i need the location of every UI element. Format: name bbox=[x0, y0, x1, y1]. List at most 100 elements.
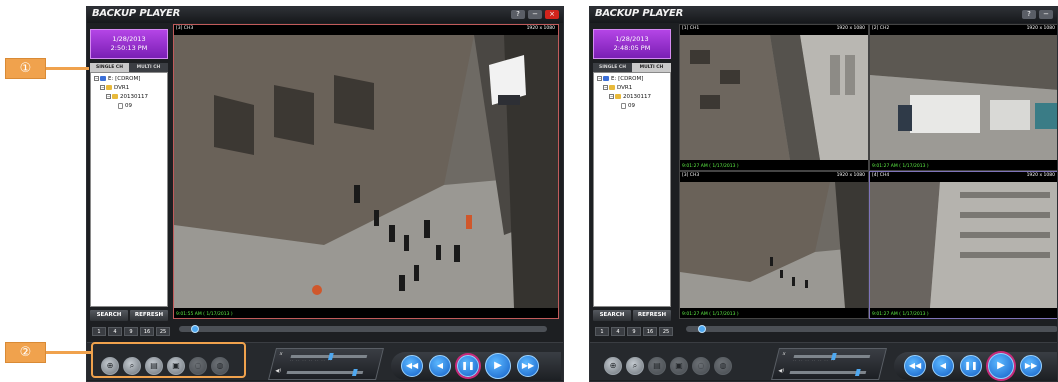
speed-ticks: ·· ·· ·· ·· ·· ·· ·· bbox=[289, 359, 333, 363]
play-button[interactable]: ▶ bbox=[485, 353, 511, 379]
camera-view-ch3[interactable]: [3] CH3 1920 x 1080 9:01:27 AM ( 1/17/20… bbox=[679, 171, 869, 319]
split-16-button[interactable]: 16 bbox=[140, 327, 154, 336]
street-camera-image bbox=[870, 35, 1057, 160]
audio-panel: x ·· ·· ·· ·· ·· ·· ·· ◀) bbox=[771, 348, 887, 380]
backup-player-window-multi: BACKUP PLAYER ? − 1/28/2013 2:48:05 PM S… bbox=[589, 6, 1058, 382]
refresh-button[interactable]: REFRESH bbox=[130, 310, 168, 321]
minimize-button[interactable]: − bbox=[528, 10, 542, 19]
split-25-button[interactable]: 25 bbox=[156, 327, 170, 336]
split-1-button[interactable]: 1 bbox=[595, 327, 609, 336]
camera-view-ch1[interactable]: [1] CH1 1920 x 1080 9:01:27 AM ( 1/17/20… bbox=[679, 24, 869, 171]
date-text: 1/28/2013 bbox=[112, 35, 146, 43]
split-25-button[interactable]: 25 bbox=[659, 327, 673, 336]
fast-rewind-button[interactable]: ◀◀ bbox=[904, 355, 926, 377]
fast-rewind-button[interactable]: ◀◀ bbox=[401, 355, 423, 377]
tree-node-hour[interactable]: 09 bbox=[94, 102, 164, 111]
collapse-icon[interactable]: − bbox=[106, 94, 111, 99]
timestamp-label: 9:01:27 AM ( 1/17/2013 ) bbox=[872, 312, 929, 317]
tree-node-date[interactable]: − 20130117 bbox=[94, 93, 164, 102]
tree-node-drive[interactable]: − E: [CDROM] bbox=[597, 75, 667, 84]
play-button[interactable]: ▶ bbox=[988, 353, 1014, 379]
tree-node-dvr[interactable]: − DVR1 bbox=[597, 84, 667, 93]
tree-node-date[interactable]: − 20130117 bbox=[597, 93, 667, 102]
help-button[interactable]: ? bbox=[511, 10, 525, 19]
minimize-button[interactable]: − bbox=[1039, 10, 1053, 19]
split-buttons: 1 4 9 16 25 bbox=[595, 327, 673, 336]
window-buttons: ? − bbox=[1022, 10, 1053, 19]
timestamp-label: 9:01:55 AM ( 1/17/2013 ) bbox=[176, 312, 233, 317]
tree-node-drive[interactable]: − E: [CDROM] bbox=[94, 75, 164, 84]
snapshot-icon[interactable]: ◍ bbox=[714, 357, 732, 375]
tree-node-label: DVR1 bbox=[617, 85, 633, 91]
timeline-knob[interactable] bbox=[191, 325, 199, 333]
collapse-icon[interactable]: − bbox=[94, 76, 99, 81]
split-16-button[interactable]: 16 bbox=[643, 327, 657, 336]
folder-icon bbox=[106, 85, 112, 90]
rewind-button[interactable]: ◀ bbox=[429, 355, 451, 377]
speed-slider[interactable] bbox=[793, 353, 871, 360]
volume-icon: ◀) bbox=[274, 368, 282, 374]
save-icon[interactable]: ▣ bbox=[670, 357, 688, 375]
collapse-icon[interactable]: − bbox=[100, 85, 105, 90]
tab-single-ch[interactable]: SINGLE CH bbox=[593, 63, 632, 72]
volume-knob[interactable] bbox=[855, 369, 861, 376]
timestamp-label: 9:01:27 AM ( 1/17/2013 ) bbox=[682, 312, 739, 317]
timeline-knob[interactable] bbox=[698, 325, 706, 333]
resolution-label: 1920 x 1080 bbox=[1026, 173, 1055, 178]
tree-node-label: DVR1 bbox=[114, 85, 130, 91]
split-4-button[interactable]: 4 bbox=[108, 327, 122, 336]
file-icon bbox=[621, 102, 626, 109]
tree-node-label: 20130117 bbox=[623, 94, 651, 100]
volume-knob[interactable] bbox=[352, 369, 358, 376]
fast-forward-button[interactable]: ▶▶ bbox=[1020, 355, 1042, 377]
app-title: BACKUP PLAYER bbox=[595, 8, 684, 19]
street-camera-image bbox=[680, 35, 868, 160]
collapse-icon[interactable]: − bbox=[597, 76, 602, 81]
audio-icon[interactable]: ◌ bbox=[692, 357, 710, 375]
resolution-label: 1920 x 1080 bbox=[1026, 26, 1055, 31]
title-bar: BACKUP PLAYER ? − × bbox=[87, 7, 563, 23]
collapse-icon[interactable]: − bbox=[603, 85, 608, 90]
timeline-slider[interactable] bbox=[686, 325, 1057, 333]
channel-label: [2] CH2 bbox=[872, 26, 890, 31]
title-bar: BACKUP PLAYER ? − bbox=[590, 7, 1057, 23]
pause-button[interactable]: ❚❚ bbox=[960, 355, 982, 377]
volume-slider[interactable] bbox=[286, 369, 364, 376]
tab-multi-ch[interactable]: MULTI CH bbox=[632, 63, 671, 72]
app-title: BACKUP PLAYER bbox=[92, 8, 181, 19]
timestamp-label: 9:01:27 AM ( 1/17/2013 ) bbox=[872, 164, 929, 169]
collapse-icon[interactable]: − bbox=[609, 94, 614, 99]
tool-buttons: ⊕ ⌕ ▤ ▣ ◌ ◍ bbox=[604, 357, 732, 375]
help-button[interactable]: ? bbox=[1022, 10, 1036, 19]
search-icon[interactable]: ⌕ bbox=[626, 357, 644, 375]
rewind-button[interactable]: ◀ bbox=[932, 355, 954, 377]
resolution-label: 1920 x 1080 bbox=[836, 173, 865, 178]
close-button[interactable]: × bbox=[545, 10, 559, 19]
volume-slider[interactable] bbox=[789, 369, 867, 376]
channel-label: [4] CH4 bbox=[872, 173, 890, 178]
tab-single-ch[interactable]: SINGLE CH bbox=[90, 63, 129, 72]
timeline-slider[interactable] bbox=[179, 325, 547, 333]
search-button[interactable]: SEARCH bbox=[593, 310, 631, 321]
camera-view-ch4[interactable]: [4] CH4 1920 x 1080 9:01:27 AM ( 1/17/20… bbox=[869, 171, 1057, 319]
split-9-button[interactable]: 9 bbox=[627, 327, 641, 336]
drive-icon bbox=[100, 76, 106, 81]
speed-slider[interactable] bbox=[290, 353, 368, 360]
split-9-button[interactable]: 9 bbox=[124, 327, 138, 336]
camera-view-ch2[interactable]: [2] CH2 1920 x 1080 9:01:27 AM ( 1/17/20… bbox=[869, 24, 1057, 171]
split-4-button[interactable]: 4 bbox=[611, 327, 625, 336]
bottom-toolbar: ⊕ ⌕ ▤ ▣ ◌ ◍ x ·· ·· ·· ·· ·· ·· ·· ◀) ◀◀… bbox=[590, 342, 1057, 380]
channel-label: [3] CH3 bbox=[682, 173, 700, 178]
camera-view-ch3[interactable]: [3] CH3 1920 x 1080 9:01:55 AM (1/17/20… bbox=[173, 24, 559, 319]
print-icon[interactable]: ▤ bbox=[648, 357, 666, 375]
fast-forward-button[interactable]: ▶▶ bbox=[517, 355, 539, 377]
pause-button[interactable]: ❚❚ bbox=[457, 355, 479, 377]
zoom-in-icon[interactable]: ⊕ bbox=[604, 357, 622, 375]
tree-node-dvr[interactable]: − DVR1 bbox=[94, 84, 164, 93]
tab-multi-ch[interactable]: MULTI CH bbox=[129, 63, 168, 72]
split-1-button[interactable]: 1 bbox=[92, 327, 106, 336]
tree-node-hour[interactable]: 09 bbox=[597, 102, 667, 111]
callout-2-highlight-box bbox=[91, 342, 246, 378]
refresh-button[interactable]: REFRESH bbox=[633, 310, 671, 321]
search-button[interactable]: SEARCH bbox=[90, 310, 128, 321]
